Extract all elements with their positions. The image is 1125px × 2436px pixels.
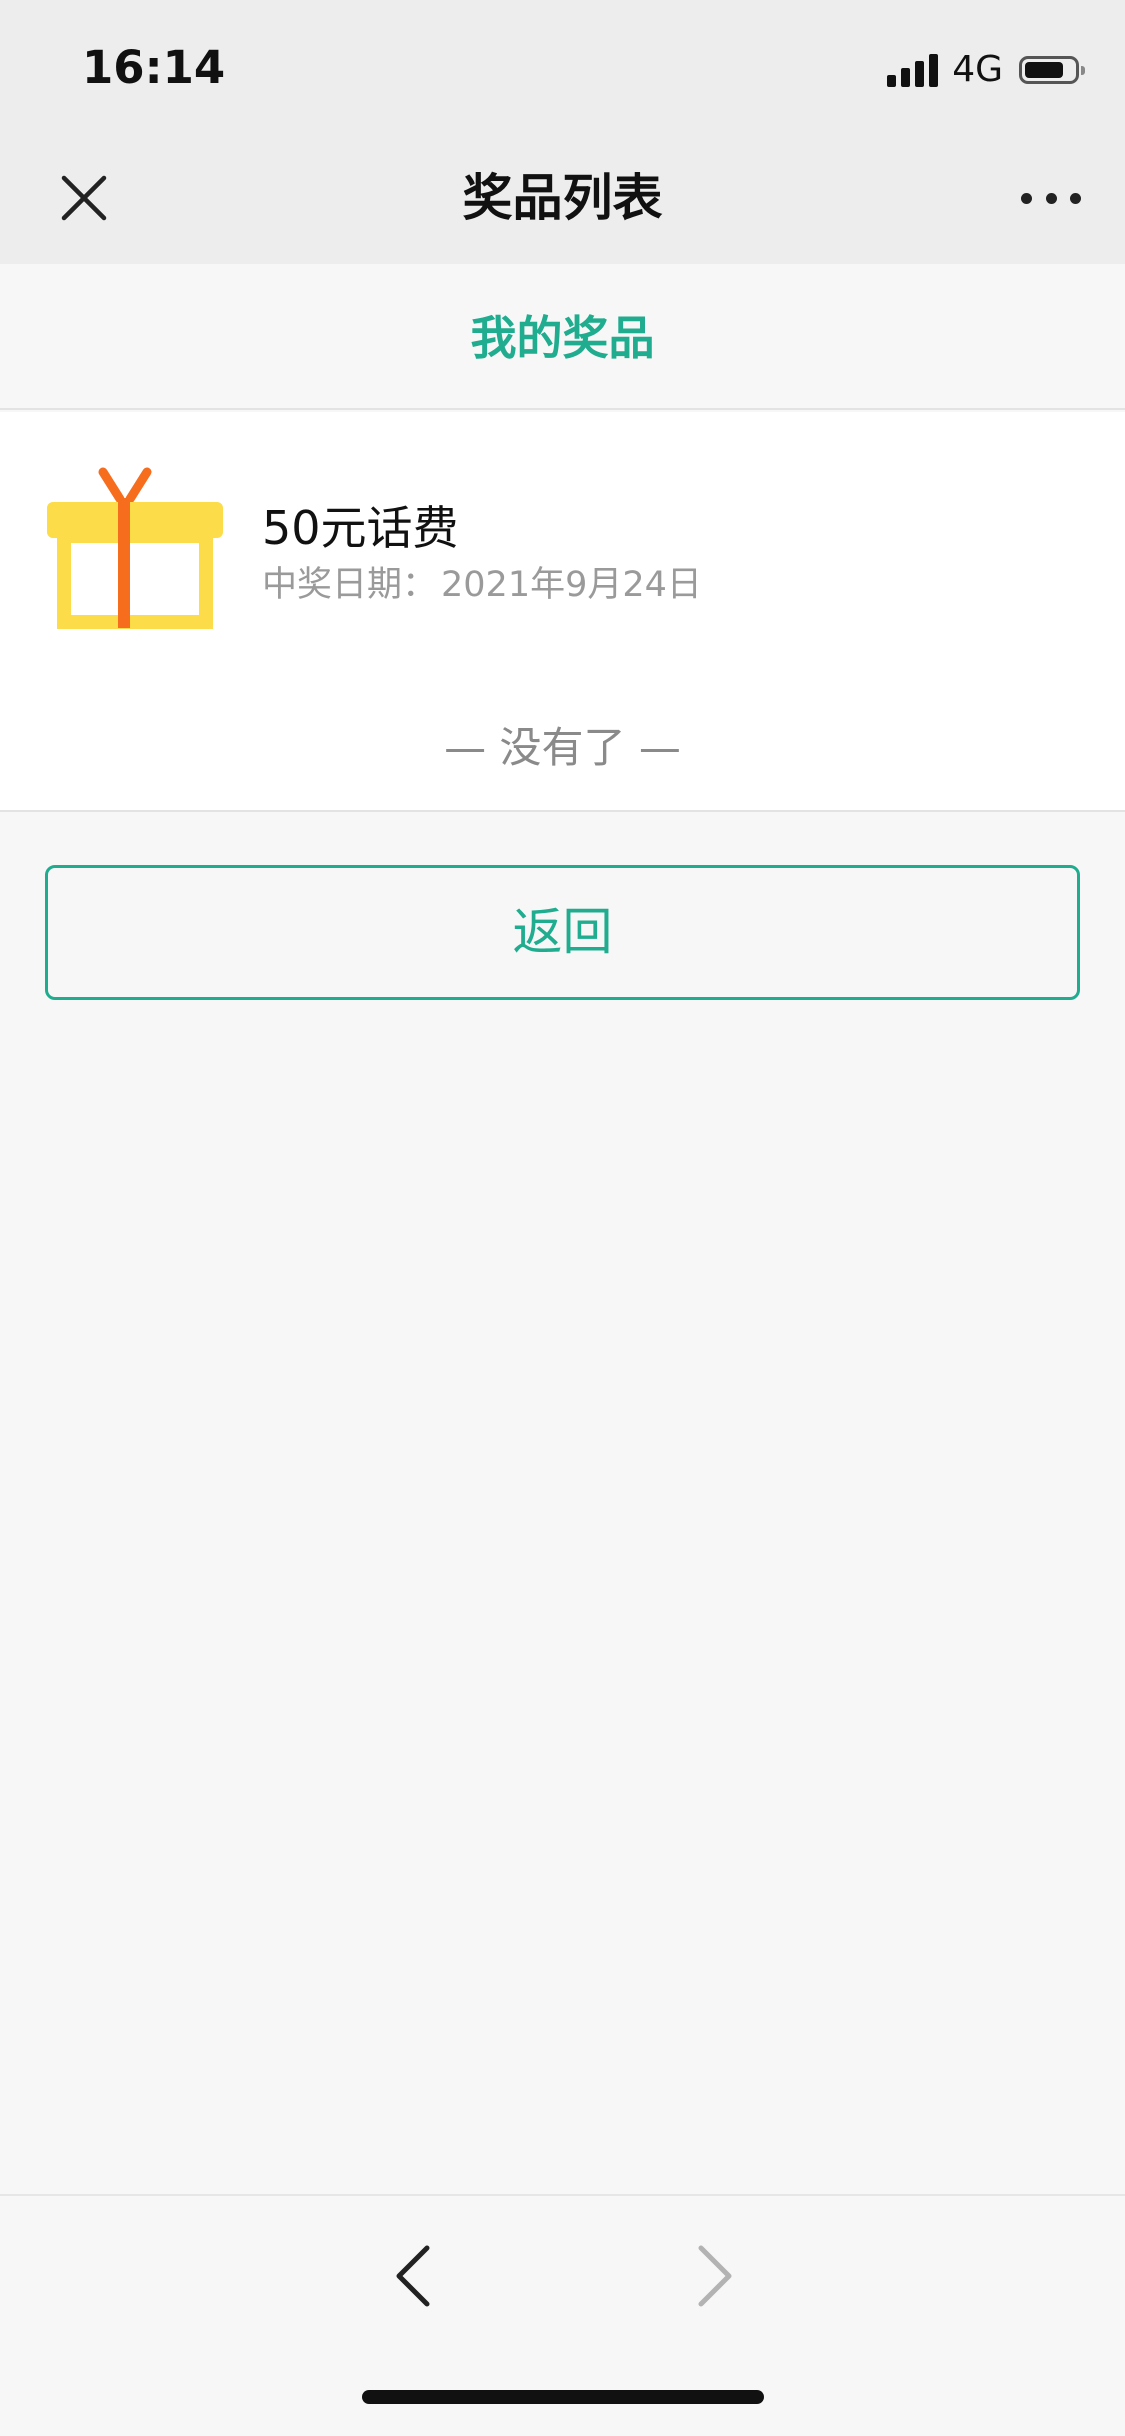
prize-date: 中奖日期： 2021年9月24日 (262, 562, 702, 608)
prize-list: 50元话费 中奖日期： 2021年9月24日 — 没有了 — (0, 412, 1125, 812)
list-item[interactable]: 50元话费 中奖日期： 2021年9月24日 (0, 412, 1125, 652)
status-indicators: 4G (887, 48, 1085, 92)
battery-icon (1019, 56, 1085, 84)
chevron-right-icon[interactable] (683, 2238, 743, 2314)
section-header: 我的奖品 (0, 264, 1125, 410)
chevron-left-icon[interactable] (385, 2238, 445, 2314)
status-bar: 16:14 4G (0, 0, 1125, 132)
section-title-my-prizes: 我的奖品 (470, 311, 655, 365)
home-indicator[interactable] (362, 2390, 764, 2404)
list-end-text: — 没有了 — (444, 723, 681, 772)
signal-icon (887, 53, 939, 87)
prize-date-value: 2021年9月24日 (441, 565, 702, 605)
prize-date-label: 中奖日期： (262, 565, 438, 605)
nav-bar: 奖品列表 (0, 132, 1125, 264)
network-label: 4G (952, 49, 1003, 90)
prize-name: 50元话费 (262, 501, 459, 555)
more-icon[interactable] (1021, 182, 1081, 214)
page-title: 奖品列表 (462, 169, 663, 227)
gift-icon (40, 452, 230, 642)
back-button[interactable]: 返回 (45, 865, 1080, 1000)
status-time: 16:14 (82, 41, 226, 94)
